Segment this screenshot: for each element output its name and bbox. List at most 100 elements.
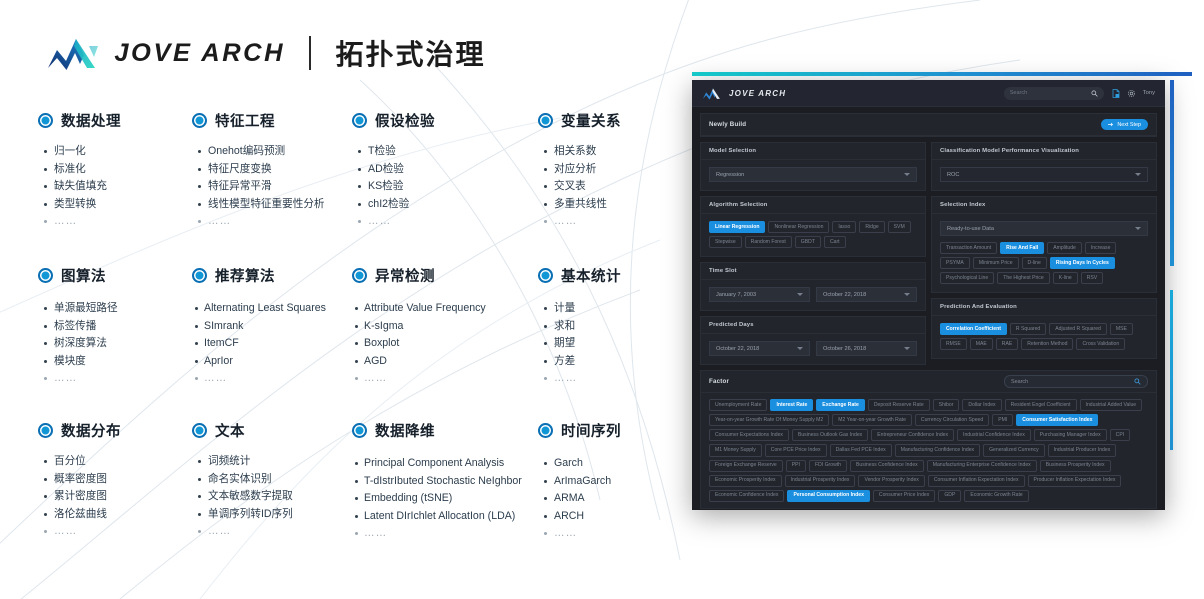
tag-chip[interactable]: Core PCE Price Index: [764, 444, 827, 457]
tag-chip[interactable]: Industrial Added Value: [1079, 399, 1143, 412]
time-slot-start-dropdown[interactable]: January 7, 2003: [709, 287, 810, 303]
tag-chip[interactable]: Business Prosperity Index: [1039, 459, 1111, 472]
tag-chip[interactable]: RMSE: [940, 338, 967, 351]
tag-chip[interactable]: Rising Days In Cycles: [1049, 257, 1115, 270]
tag-chip[interactable]: Shibor: [932, 399, 960, 412]
app-search-input[interactable]: Search: [1003, 86, 1104, 100]
tag-chip[interactable]: Exchange Rate: [816, 399, 865, 412]
tag-chip[interactable]: Economic Confidence Index: [709, 489, 785, 502]
tag-chip[interactable]: Adjusted R Squared: [1049, 323, 1107, 336]
tag-chip[interactable]: PPI: [785, 459, 806, 472]
tag-chip[interactable]: M2 Year-on-year Growth Rate: [832, 414, 912, 427]
tag-chip[interactable]: Psychological Line: [940, 272, 995, 285]
tag-chip[interactable]: Business Confidence Index: [850, 459, 924, 472]
tag-chip[interactable]: R Squared: [1009, 323, 1047, 336]
tag-chip[interactable]: Producer Inflation Expectation Index: [1027, 474, 1122, 487]
tag-chip[interactable]: Retention Method: [1021, 338, 1074, 351]
tag-chip[interactable]: Manufacturing Enterprise Confidence Inde…: [926, 459, 1037, 472]
tag-chip[interactable]: Cart: [823, 236, 846, 249]
tag-chip[interactable]: Currency Circulation Speed: [914, 414, 990, 427]
list-item: 百分位: [44, 453, 192, 471]
tag-chip[interactable]: Purchasing Manager Index: [1033, 429, 1107, 442]
tag-chip[interactable]: Random Forest: [744, 236, 792, 249]
tag-chip[interactable]: Economic Prosperity Index: [709, 474, 782, 487]
tag-chip[interactable]: Unemployment Rate: [709, 399, 768, 412]
accent-bar-right-lower: [1170, 290, 1173, 450]
tag-chip[interactable]: Correlation Coefficient: [940, 323, 1007, 336]
classification-viz-body: ROC: [932, 160, 1156, 190]
list-item: Onehot编码预测: [198, 143, 352, 161]
tag-chip[interactable]: lasso: [832, 221, 857, 234]
tag-chip[interactable]: Economic Growth Rate: [964, 489, 1029, 502]
category-data-processing: 数据处理 归一化 标准化 缺失值填充 类型转换 ……: [38, 110, 192, 265]
time-slot-end-dropdown[interactable]: October 22, 2018: [816, 287, 917, 303]
tag-chip[interactable]: GBDT: [794, 236, 821, 249]
tag-chip[interactable]: Transaction Amount: [940, 242, 998, 255]
tag-chip[interactable]: Vendor Prosperity Index: [858, 474, 925, 487]
tag-chip[interactable]: Consumer Satisfaction Index: [1016, 414, 1099, 427]
category-title: 时间序列: [561, 424, 621, 440]
tag-chip[interactable]: K-line: [1052, 272, 1078, 285]
tag-chip[interactable]: CPI: [1109, 429, 1131, 442]
add-document-button[interactable]: [1112, 88, 1120, 98]
tag-chip[interactable]: Generalized Currency: [983, 444, 1045, 457]
tag-chip[interactable]: D-line: [1021, 257, 1047, 270]
tag-chip[interactable]: PMI: [992, 414, 1014, 427]
next-step-button[interactable]: Next Step: [1101, 119, 1148, 130]
tag-chip[interactable]: SVM: [887, 221, 911, 234]
tag-chip[interactable]: PSYMA: [940, 257, 970, 270]
list-item: ……: [198, 523, 352, 541]
selection-index-body: Ready-to-use Data Transaction Amount Rise…: [932, 214, 1156, 292]
tag-chip[interactable]: Consumer Expectations Index: [709, 429, 789, 442]
tag-chip[interactable]: FDI Growth: [808, 459, 847, 472]
tag-chip[interactable]: M1 Money Supply: [709, 444, 762, 457]
tag-chip[interactable]: Year-on-year Growth Rate Of Money Supply…: [709, 414, 830, 427]
tag-chip[interactable]: Cross Validation: [1076, 338, 1126, 351]
tag-chip[interactable]: GDP: [938, 489, 962, 502]
tag-chip[interactable]: Dollar Index: [962, 399, 1002, 412]
chevron-down-icon: [904, 293, 910, 297]
tag-chip[interactable]: RSV: [1080, 272, 1104, 285]
tag-chip[interactable]: Linear Regression: [709, 221, 766, 234]
tag-chip[interactable]: Entrepreneur Confidence Index: [871, 429, 955, 442]
list-item: 计量: [544, 300, 678, 318]
tag-chip[interactable]: Manufacturing Confidence Index: [894, 444, 981, 457]
tag-chip[interactable]: Personal Consumption Index: [787, 489, 870, 502]
accent-bar-right-upper: [1170, 80, 1174, 266]
tag-chip[interactable]: Foreign Exchange Reserve: [709, 459, 783, 472]
tag-chip[interactable]: Business Outlook Gas Index: [791, 429, 869, 442]
user-name-label[interactable]: Tony: [1143, 90, 1155, 96]
tag-chip[interactable]: Industrial Confidence Index: [957, 429, 1031, 442]
selection-index-dropdown[interactable]: Ready-to-use Data: [940, 221, 1148, 236]
predicted-days-start-dropdown[interactable]: October 22, 2018: [709, 341, 810, 357]
model-selection-body: Regression: [701, 160, 925, 190]
tag-chip[interactable]: Minimum Price: [972, 257, 1019, 270]
factor-search-input[interactable]: Search: [1004, 375, 1148, 389]
classification-viz-dropdown[interactable]: ROC: [940, 167, 1148, 182]
settings-button[interactable]: [1127, 89, 1136, 98]
tag-chip[interactable]: Amplitude: [1047, 242, 1082, 255]
model-selection-title: Model Selection: [701, 143, 925, 160]
tag-chip[interactable]: MAE: [969, 338, 993, 351]
tag-chip[interactable]: Stepwise: [709, 236, 742, 249]
tag-chip[interactable]: Interest Rate: [770, 399, 814, 412]
tag-chip[interactable]: Resident Engel Coefficient: [1004, 399, 1077, 412]
list-item: ARMA: [544, 490, 678, 508]
tag-chip[interactable]: MSE: [1109, 323, 1133, 336]
tag-chip[interactable]: The Highest Price: [997, 272, 1050, 285]
tag-chip[interactable]: Industrial Producer Index: [1047, 444, 1117, 457]
model-selection-dropdown[interactable]: Regression: [709, 167, 917, 182]
predicted-days-end-dropdown[interactable]: October 26, 2018: [816, 341, 917, 357]
tag-chip[interactable]: Dallas Fed PCE Index: [829, 444, 892, 457]
tag-chip[interactable]: Ridge: [859, 221, 885, 234]
category-header: 异常检测: [352, 265, 538, 286]
tag-chip[interactable]: Rise And Fall: [1000, 242, 1045, 255]
tag-chip[interactable]: Consumer Inflation Expectation Index: [927, 474, 1025, 487]
tag-chip[interactable]: Consumer Price Index: [872, 489, 936, 502]
list-item: 交叉表: [544, 178, 678, 196]
tag-chip[interactable]: RAE: [995, 338, 1019, 351]
tag-chip[interactable]: Industrial Prosperity Index: [784, 474, 856, 487]
tag-chip[interactable]: Deposit Reserve Rate: [867, 399, 930, 412]
tag-chip[interactable]: Nonlinear Regression: [768, 221, 830, 234]
tag-chip[interactable]: Increase: [1084, 242, 1117, 255]
